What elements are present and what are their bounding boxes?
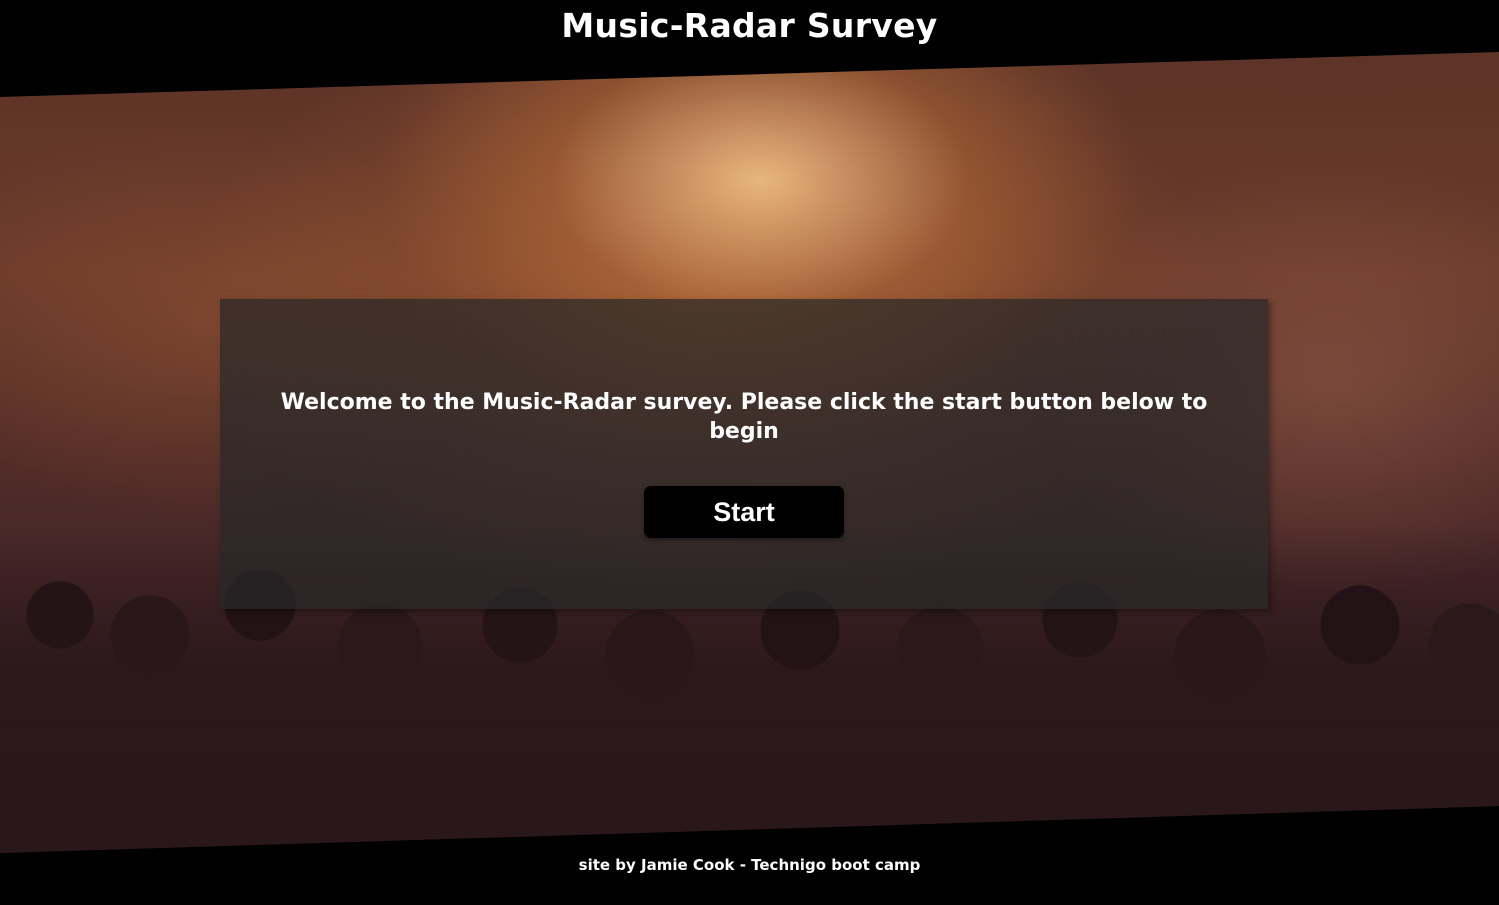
footer-credit: site by Jamie Cook - Technigo boot camp <box>578 856 921 874</box>
welcome-message: Welcome to the Music-Radar survey. Pleas… <box>280 390 1208 444</box>
site-title: Music-Radar Survey <box>561 6 938 45</box>
page: Music-Radar Survey Welcome to the Music-… <box>0 0 1499 905</box>
start-button[interactable]: Start <box>644 486 844 538</box>
welcome-panel: Welcome to the Music-Radar survey. Pleas… <box>220 299 1268 609</box>
